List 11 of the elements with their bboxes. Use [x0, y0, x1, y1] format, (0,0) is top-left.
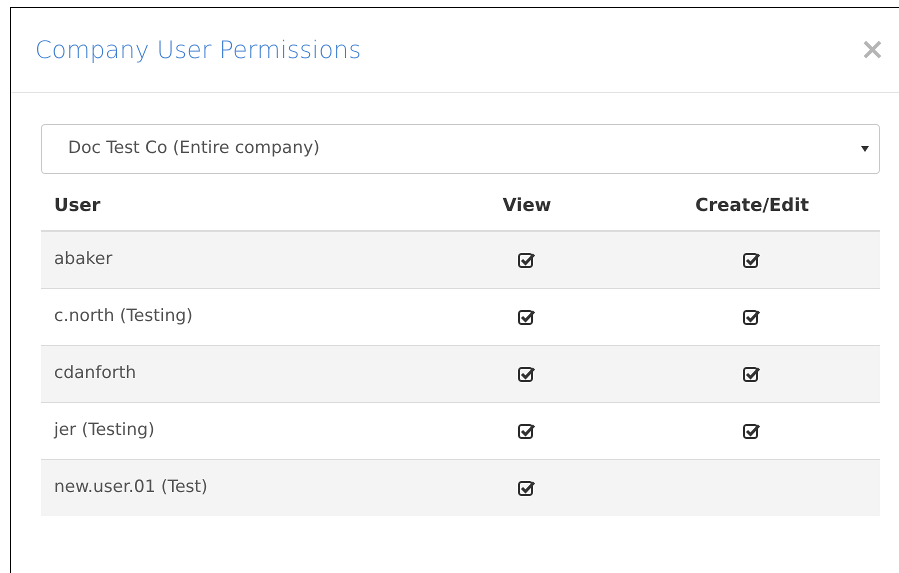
user-name: jer (Testing): [54, 420, 155, 440]
user-name: new.user.01 (Test): [54, 477, 208, 497]
caret-icon: [861, 146, 869, 152]
column-header: View: [502, 194, 552, 216]
user-name: c.north (Testing): [54, 306, 193, 326]
column-header: Create/Edit: [695, 194, 809, 216]
dialog-title: Company User Permissions: [35, 35, 362, 66]
user-name: abaker: [54, 249, 112, 269]
user-name: cdanforth: [54, 362, 136, 383]
column-header: User: [54, 194, 100, 216]
company-select[interactable]: Doc Test Co (Entire company): [41, 124, 880, 174]
